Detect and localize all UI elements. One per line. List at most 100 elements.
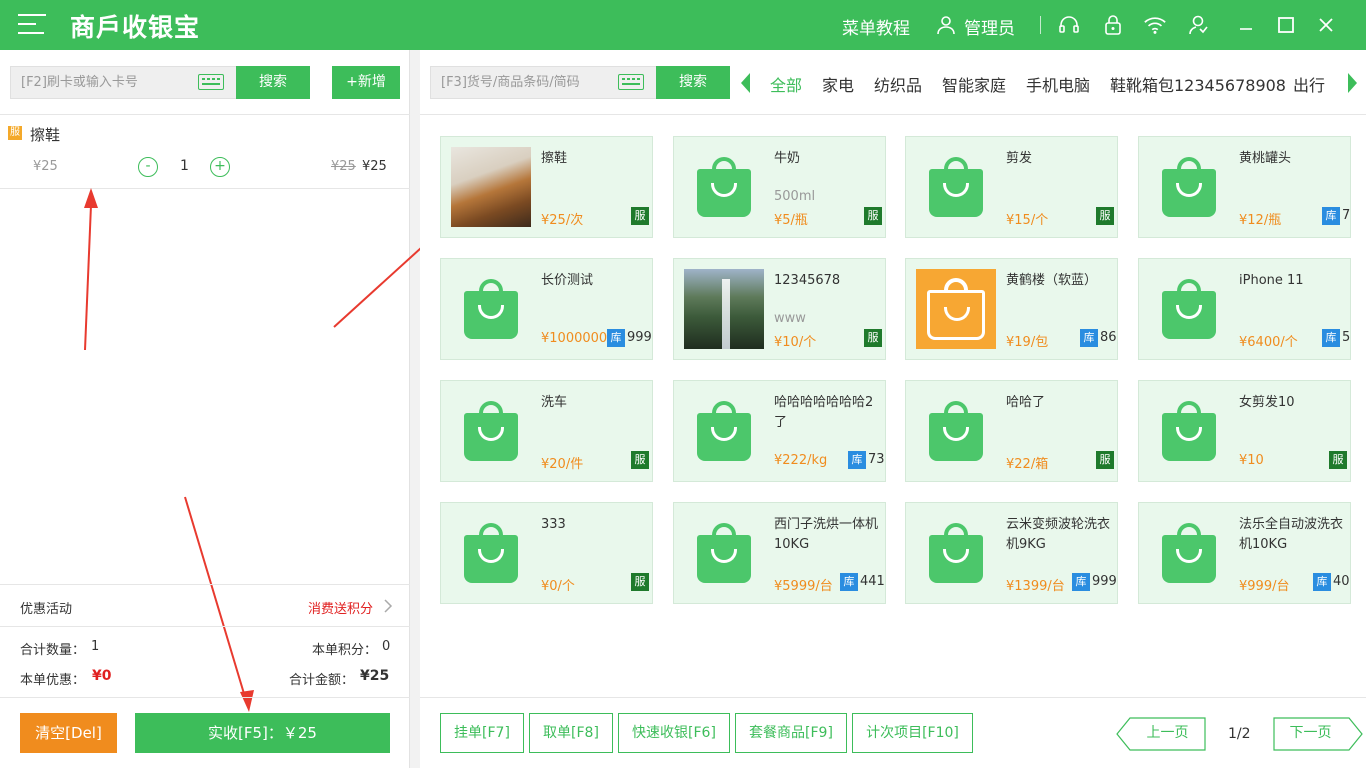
service-badge: 服	[1329, 451, 1347, 469]
stock-tag: 库	[1322, 207, 1340, 225]
product-name: 剪发	[1006, 151, 1033, 166]
stock-count: 7	[1342, 208, 1351, 223]
product-card[interactable]: 12345678 www ¥10/个 服	[673, 258, 886, 360]
service-badge: 服	[631, 207, 649, 225]
tab-all[interactable]: 全部	[770, 72, 802, 96]
keyboard-icon[interactable]	[618, 74, 644, 90]
tabs-prev-icon[interactable]	[741, 73, 750, 93]
stock-count: 999	[627, 330, 652, 345]
product-card[interactable]: 黄鹤楼（软蓝） ¥19/包 库 86	[905, 258, 1118, 360]
product-spec: 500ml	[774, 189, 816, 204]
stock-badge: 库 441	[840, 573, 885, 591]
clear-cart-button[interactable]: 清空[Del]	[20, 713, 117, 753]
next-page-button[interactable]: 下一页	[1273, 718, 1348, 750]
total-qty: 1	[91, 639, 100, 654]
product-card[interactable]: 法乐全自动波洗衣机10KG ¥999/台 库 40	[1138, 502, 1351, 604]
product-card[interactable]: 哈哈哈哈哈哈哈2了 ¥222/kg 库 73	[673, 380, 886, 482]
product-name: 西门子洗烘一体机10KG	[774, 517, 879, 552]
product-price: ¥222/kg	[774, 453, 828, 468]
product-search-button[interactable]: 搜索	[656, 66, 730, 99]
product-name: iPhone 11	[1239, 273, 1304, 288]
page-indicator: 1/2	[1228, 726, 1251, 742]
package-goods-button[interactable]: 套餐商品[F9]	[735, 713, 847, 753]
quick-checkout-button[interactable]: 快速收银[F6]	[618, 713, 730, 753]
stock-badge: 库 86	[1080, 329, 1117, 347]
service-badge: 服	[631, 573, 649, 591]
shopping-bag-icon	[1149, 391, 1229, 471]
tab-shoes-bags[interactable]: 鞋靴箱包12345678908	[1110, 72, 1286, 96]
product-card[interactable]: 洗车 ¥20/件 服	[440, 380, 653, 482]
product-price: ¥0/个	[541, 579, 575, 594]
product-name: 哈哈哈哈哈哈哈2了	[774, 395, 874, 430]
count-items-button[interactable]: 计次项目[F10]	[852, 713, 973, 753]
shopping-bag-icon	[451, 391, 531, 471]
chevron-right-icon[interactable]	[383, 598, 393, 618]
stock-count: 441	[860, 574, 885, 589]
shopping-bag-icon	[1149, 513, 1229, 593]
discount-value: ¥0	[92, 668, 112, 684]
product-price: ¥15/个	[1006, 213, 1049, 228]
stock-tag: 库	[1080, 329, 1098, 347]
stock-tag: 库	[1072, 573, 1090, 591]
tab-phone-pc[interactable]: 手机电脑	[1026, 72, 1090, 96]
product-card[interactable]: 云米变频波轮洗衣机9KG ¥1399/台库 999	[905, 502, 1118, 604]
product-name: 牛奶	[774, 151, 801, 166]
stock-tag: 库	[840, 573, 858, 591]
shopping-bag-icon	[916, 513, 996, 593]
product-card[interactable]: 西门子洗烘一体机10KG ¥5999/台库 441	[673, 502, 886, 604]
product-price: ¥25/次	[541, 213, 584, 228]
checkout-button[interactable]: 实收[F5]：￥25	[135, 713, 390, 753]
tabs-next-icon[interactable]	[1348, 73, 1357, 93]
service-badge: 服	[631, 451, 649, 469]
product-price: ¥5999/台	[774, 579, 833, 594]
service-badge: 服	[1096, 451, 1114, 469]
product-name: 法乐全自动波洗衣机10KG	[1239, 517, 1344, 552]
product-card[interactable]: 擦鞋 ¥25/次 服	[440, 136, 653, 238]
product-name: 洗车	[541, 395, 568, 410]
prev-page-button[interactable]: 上一页	[1130, 718, 1205, 750]
product-card[interactable]: 剪发 ¥15/个 服	[905, 136, 1118, 238]
product-card[interactable]: 黄桃罐头 ¥12/瓶 库 7	[1138, 136, 1351, 238]
divider	[0, 697, 410, 698]
tab-textile[interactable]: 纺织品	[874, 72, 922, 96]
stock-tag: 库	[848, 451, 866, 469]
service-badge: 服	[1096, 207, 1114, 225]
stock-count: 999	[1092, 574, 1117, 589]
shopping-bag-icon	[1149, 147, 1229, 227]
stock-tag: 库	[1322, 329, 1340, 347]
product-price: ¥19/包	[1006, 335, 1049, 350]
shopping-bag-icon	[451, 269, 531, 349]
shopping-bag-icon	[1149, 269, 1229, 349]
product-price: ¥5/瓶	[774, 213, 808, 228]
product-price: ¥1399/台	[1006, 579, 1065, 594]
divider	[0, 584, 410, 585]
product-card[interactable]: 333 ¥0/个 服	[440, 502, 653, 604]
hold-order-button[interactable]: 挂单[F7]	[440, 713, 524, 753]
promo-value[interactable]: 消费送积分	[308, 598, 373, 617]
tab-appliance[interactable]: 家电	[822, 72, 854, 96]
product-price: ¥10	[1239, 453, 1264, 468]
stock-badge: 库7	[1322, 207, 1350, 225]
retrieve-order-button[interactable]: 取单[F8]	[529, 713, 613, 753]
product-price: ¥10/个	[774, 335, 817, 350]
tab-travel[interactable]: 出行	[1293, 72, 1325, 96]
product-spec: www	[774, 311, 806, 326]
tab-smart-home[interactable]: 智能家庭	[942, 72, 1006, 96]
points-label: 本单积分：	[312, 643, 378, 658]
discount-label: 本单优惠：	[20, 673, 86, 688]
product-name: 长价测试	[541, 273, 594, 288]
product-name: 云米变频波轮洗衣机9KG	[1006, 517, 1111, 552]
product-card[interactable]: 牛奶 500ml ¥5/瓶 服	[673, 136, 886, 238]
product-price: ¥22/箱	[1006, 457, 1049, 472]
product-image	[684, 269, 764, 349]
shopping-bag-icon	[451, 513, 531, 593]
shopping-bag-icon	[684, 147, 764, 227]
product-card[interactable]: iPhone 11 ¥6400/个 库 5	[1138, 258, 1351, 360]
divider	[420, 697, 1366, 698]
product-name: 12345678	[774, 273, 841, 288]
product-price: ¥999/台	[1239, 579, 1290, 594]
product-card[interactable]: 女剪发10 ¥10 服	[1138, 380, 1351, 482]
product-card[interactable]: 哈哈了 ¥22/箱 服	[905, 380, 1118, 482]
total-amount-label: 合计金额：	[289, 673, 355, 688]
product-card[interactable]: 长价测试 ¥1000000/库 999	[440, 258, 653, 360]
